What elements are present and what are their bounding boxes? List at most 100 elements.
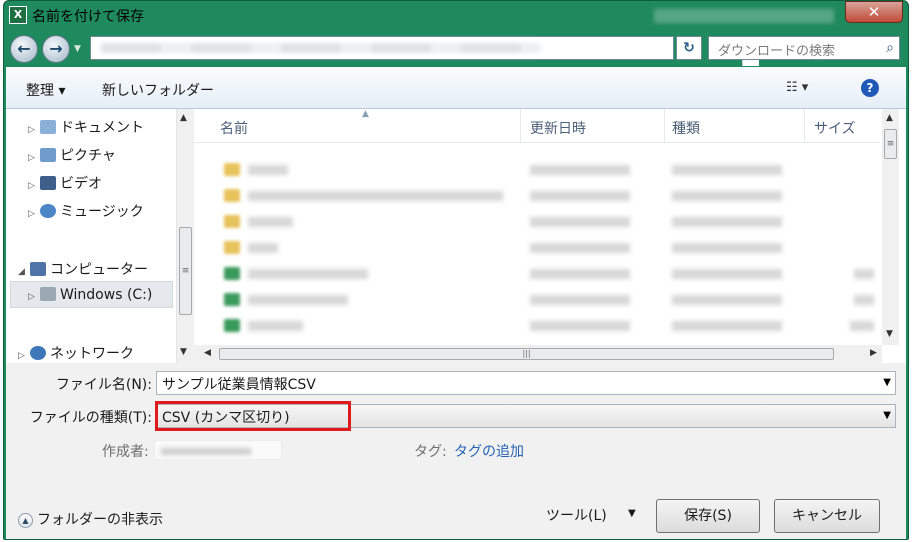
nav-item-documents[interactable]: ▷ ドキュメント (28, 117, 144, 137)
file-row[interactable] (194, 235, 880, 261)
dialog-body: 整理 ▾ 新しいフォルダー ☷ ▾ ? ▷ ドキュメント ▷ ピクチャ ▷ ビデオ ▷… (6, 67, 906, 539)
file-row[interactable] (194, 183, 880, 209)
scroll-down-icon[interactable]: ▼ (886, 329, 893, 339)
collapse-arrow-icon[interactable]: ◢ (18, 267, 30, 277)
blurred-text (248, 295, 348, 305)
blurred-text (672, 243, 782, 253)
back-button[interactable]: ← (10, 35, 38, 63)
filename-value: サンプル従業員情報CSV (162, 377, 316, 393)
scroll-up-icon[interactable]: ▲ (886, 113, 893, 123)
blurred-text (530, 165, 630, 175)
column-header-row: ▲ 名前 更新日時 種類 サイズ (194, 109, 880, 143)
filename-field[interactable]: サンプル従業員情報CSV ▼ (156, 371, 896, 395)
nav-item-computer[interactable]: ◢ コンピューター (18, 259, 148, 279)
recent-locations-dropdown-icon[interactable]: ▼ (74, 44, 81, 54)
excel-app-icon: X (9, 6, 27, 24)
save-button[interactable]: 保存(S) (656, 499, 760, 533)
forward-button[interactable]: → (42, 35, 70, 63)
scroll-up-icon[interactable]: ▲ (180, 113, 187, 123)
nav-scrollbar[interactable]: ▲ ≡ ▼ (176, 109, 193, 363)
blurred-text (672, 269, 782, 279)
organize-menu-button[interactable]: 整理 ▾ (26, 80, 65, 100)
address-bar[interactable]: ▼ (90, 36, 759, 66)
title-bar[interactable]: X 名前を付けて保存 ✕ (4, 1, 908, 31)
blurred-text (248, 165, 288, 175)
expand-arrow-icon[interactable]: ▷ (28, 153, 40, 163)
file-row[interactable] (194, 287, 880, 313)
toolbar: 整理 ▾ 新しいフォルダー ☷ ▾ ? (6, 67, 906, 109)
blurred-text (672, 295, 782, 305)
blurred-text (530, 321, 630, 331)
scroll-down-icon[interactable]: ▼ (180, 347, 187, 357)
expand-arrow-icon[interactable]: ▷ (28, 209, 40, 219)
scroll-thumb[interactable]: ≡ (179, 227, 192, 315)
search-icon[interactable]: ⌕ (886, 40, 894, 56)
column-divider[interactable] (520, 109, 521, 143)
expand-arrow-icon[interactable]: ▷ (28, 125, 40, 135)
blurred-text (248, 269, 368, 279)
tools-menu-button[interactable]: ツール(L) (546, 505, 607, 525)
nav-item-music[interactable]: ▷ ミュージック (28, 201, 144, 221)
blurred-text (161, 448, 251, 455)
expand-arrow-icon[interactable]: ▷ (18, 351, 30, 361)
column-date[interactable]: 更新日時 (530, 118, 586, 138)
add-tag-link[interactable]: タグの追加 (454, 441, 524, 461)
nav-item-network[interactable]: ▷ ネットワーク (18, 343, 134, 363)
collapse-icon: ▲ (18, 513, 33, 528)
annotation-highlight-box (155, 401, 351, 431)
cancel-button[interactable]: キャンセル (774, 499, 880, 533)
blurred-text (530, 295, 630, 305)
tag-label: タグ: (414, 444, 447, 460)
computer-icon (30, 262, 46, 276)
new-folder-button[interactable]: 新しいフォルダー (102, 80, 214, 100)
filetype-label: ファイルの種類(T): (29, 410, 152, 426)
blurred-text (248, 243, 278, 253)
horizontal-scrollbar[interactable]: ◀ ||| ▶ (194, 345, 882, 363)
column-type[interactable]: 種類 (672, 118, 700, 138)
file-row[interactable] (194, 261, 880, 287)
refresh-button[interactable]: ↻ (676, 36, 702, 60)
blurred-text (850, 321, 874, 331)
column-size[interactable]: サイズ (814, 118, 856, 138)
scroll-left-icon[interactable]: ◀ (204, 348, 211, 358)
network-icon (30, 346, 46, 360)
author-field[interactable] (154, 440, 282, 460)
sort-arrow-icon: ▲ (362, 109, 369, 119)
column-name[interactable]: 名前 (220, 118, 248, 138)
scroll-thumb[interactable]: ≡ (884, 129, 897, 159)
chevron-down-icon[interactable]: ▼ (883, 377, 891, 388)
blurred-text (248, 191, 503, 201)
horizontal-scroll-thumb[interactable]: ||| (219, 348, 834, 360)
blurred-text (248, 321, 303, 331)
file-row[interactable] (194, 209, 880, 235)
author-label: 作成者: (102, 444, 149, 460)
chevron-down-icon[interactable]: ▼ (883, 410, 891, 421)
chevron-down-icon[interactable]: ▼ (628, 508, 636, 519)
file-row[interactable] (194, 313, 880, 339)
help-icon[interactable]: ? (861, 79, 879, 97)
file-row[interactable] (194, 157, 880, 183)
expand-arrow-icon[interactable]: ▷ (28, 292, 40, 302)
folder-icon (224, 241, 240, 254)
file-list-scrollbar[interactable]: ▲ ≡ ▼ (882, 109, 899, 345)
scroll-right-icon[interactable]: ▶ (870, 348, 877, 358)
column-divider[interactable] (664, 109, 665, 143)
blurred-text (854, 269, 874, 279)
blurred-window-caption (654, 9, 834, 23)
navigation-pane: ▷ ドキュメント ▷ ピクチャ ▷ ビデオ ▷ ミュージック ◢ コンピューター ▷ Win… (6, 109, 193, 363)
change-view-icon[interactable]: ☷ ▾ (786, 80, 808, 95)
close-button[interactable]: ✕ (845, 1, 903, 23)
nav-item-pictures[interactable]: ▷ ピクチャ (28, 145, 116, 165)
hide-folders-button[interactable]: ▲ フォルダーの非表示 (18, 509, 163, 529)
documents-icon (40, 120, 56, 134)
nav-item-videos[interactable]: ▷ ビデオ (28, 173, 102, 193)
search-input[interactable]: ダウンロードの検索 ⌕ (708, 36, 900, 60)
nav-label: ピクチャ (60, 148, 116, 164)
nav-label: Windows (C:) (60, 287, 153, 303)
filename-label: ファイル名(N): (55, 377, 152, 393)
expand-arrow-icon[interactable]: ▷ (28, 181, 40, 191)
nav-item-windows-c[interactable]: ▷ Windows (C:) (28, 287, 152, 303)
column-divider[interactable] (804, 109, 805, 143)
excel-file-icon (224, 267, 240, 280)
excel-file-icon (224, 319, 240, 332)
